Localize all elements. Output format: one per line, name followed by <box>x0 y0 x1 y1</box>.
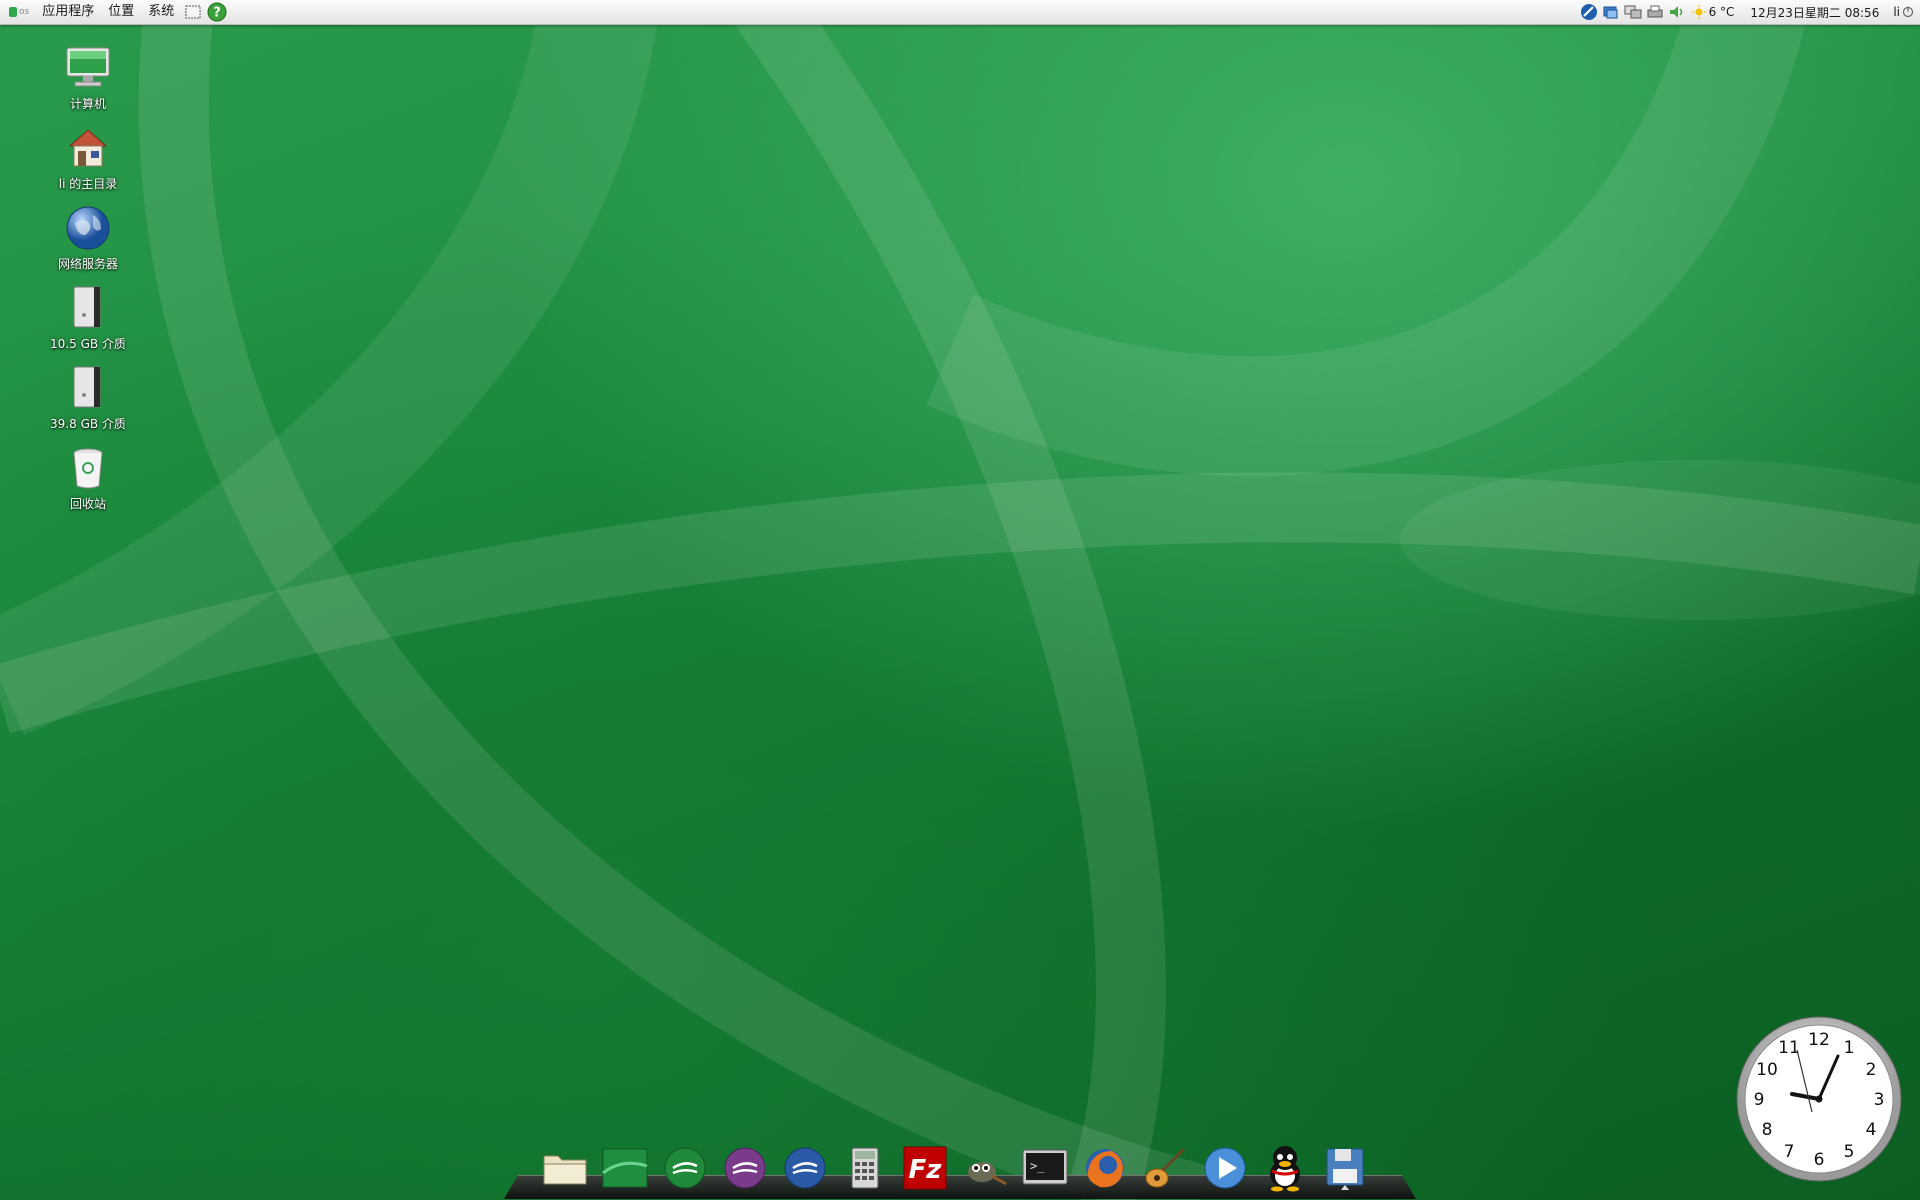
clock-numeral: 9 <box>1754 1090 1765 1110</box>
desktop-icon-label: 网络服务器 <box>57 257 118 271</box>
calculator-icon[interactable] <box>840 1142 890 1194</box>
monitor-icon <box>64 44 112 92</box>
openoffice-calc-icon[interactable] <box>660 1142 710 1194</box>
user-menu[interactable]: li <box>1893 5 1900 19</box>
desktop-wallpaper <box>0 0 1920 1200</box>
os-logo-icon <box>9 7 17 17</box>
top-panel: os 应用程序 位置 系统 ? 6 °C 12月23日星期二 08:56 li <box>0 0 1920 25</box>
home-icon <box>64 124 112 172</box>
power-icon[interactable] <box>1902 6 1914 18</box>
display-icon[interactable] <box>1602 3 1620 21</box>
guitar-icon[interactable] <box>1140 1142 1190 1194</box>
dock-items: Fz >_ <box>540 1134 1380 1194</box>
desktop-icon-label: 回收站 <box>69 497 106 511</box>
gimp-icon[interactable] <box>960 1142 1010 1194</box>
menu-applications[interactable]: 应用程序 <box>35 0 101 24</box>
drive-icon <box>64 284 112 332</box>
trash-icon <box>64 444 112 492</box>
network-icon[interactable] <box>1580 3 1598 21</box>
desktop-icons: 计算机 li 的主目录 网络服务器 10.5 GB 介质 39.8 GB 介质 … <box>40 44 136 524</box>
os-logo-text: os <box>19 7 30 17</box>
analog-clock-widget[interactable]: 12 1 2 3 4 5 6 7 8 9 10 11 <box>1734 1014 1904 1184</box>
desktop-icon-computer[interactable]: 计算机 <box>40 44 136 124</box>
help-icon[interactable]: ? <box>207 2 227 22</box>
qq-icon[interactable] <box>1260 1142 1310 1194</box>
drive-icon <box>64 364 112 412</box>
globe-icon <box>64 204 112 252</box>
menu-system[interactable]: 系统 <box>141 0 181 24</box>
filezilla-icon[interactable]: Fz <box>900 1142 950 1194</box>
desktop-icon-drive-10gb[interactable]: 10.5 GB 介质 <box>40 284 136 364</box>
desktop-icon-home[interactable]: li 的主目录 <box>40 124 136 204</box>
clock-numeral: 12 <box>1808 1030 1830 1050</box>
clock-numeral: 7 <box>1784 1142 1795 1162</box>
openoffice-impress-icon[interactable] <box>720 1142 770 1194</box>
datetime-label[interactable]: 12月23日星期二 08:56 <box>1750 4 1879 21</box>
clock-numeral: 1 <box>1844 1038 1855 1058</box>
printer-icon[interactable] <box>1646 3 1664 21</box>
screenshot-icon[interactable] <box>183 2 203 22</box>
desktop-icon-label: 计算机 <box>69 97 106 111</box>
weather-applet[interactable]: 6 °C <box>1691 5 1735 19</box>
clock-numeral: 10 <box>1756 1060 1778 1080</box>
save-icon[interactable] <box>1320 1142 1370 1194</box>
panel-left: os 应用程序 位置 系统 ? <box>0 0 229 24</box>
os-logo[interactable]: os <box>8 6 29 18</box>
panel-right: 6 °C 12月23日星期二 08:56 li <box>1578 0 1920 24</box>
sun-icon <box>1691 5 1706 19</box>
file-manager-icon[interactable] <box>540 1142 590 1194</box>
menu-places[interactable]: 位置 <box>101 0 141 24</box>
clock-face: 12 12 3 45678 9 1011 <box>1736 1016 1902 1182</box>
clock-numeral: 6 <box>1814 1150 1825 1170</box>
clock-numeral: 2 <box>1866 1060 1877 1080</box>
svg-text:?: ? <box>213 6 221 21</box>
volume-icon[interactable] <box>1668 3 1686 21</box>
clock-numeral: 4 <box>1866 1120 1877 1140</box>
temperature-label: 6 °C <box>1708 5 1735 19</box>
desktop-icon-trash[interactable]: 回收站 <box>40 444 136 524</box>
clock-numeral: 3 <box>1874 1090 1885 1110</box>
desktop-icon-label: 10.5 GB 介质 <box>50 337 126 351</box>
desktop-icon-network[interactable]: 网络服务器 <box>40 204 136 284</box>
media-player-icon[interactable] <box>1200 1142 1250 1194</box>
svg-text:Fz: Fz <box>909 1155 943 1185</box>
desktop-icon-label: 39.8 GB 介质 <box>50 417 126 431</box>
wallpaper-icon[interactable] <box>600 1142 650 1194</box>
dock: Fz >_ <box>504 1134 1416 1200</box>
svg-text:>_: >_ <box>1030 1159 1045 1173</box>
clock-numeral: 5 <box>1844 1142 1855 1162</box>
network-manager-icon[interactable] <box>1624 3 1642 21</box>
desktop-icon-drive-40gb[interactable]: 39.8 GB 介质 <box>40 364 136 444</box>
clock-numeral: 11 <box>1778 1038 1800 1058</box>
desktop-icon-label: li 的主目录 <box>58 177 118 191</box>
firefox-icon[interactable] <box>1080 1142 1130 1194</box>
openoffice-writer-icon[interactable] <box>780 1142 830 1194</box>
clock-numeral: 8 <box>1762 1120 1773 1140</box>
terminal-icon[interactable]: >_ <box>1020 1142 1070 1194</box>
